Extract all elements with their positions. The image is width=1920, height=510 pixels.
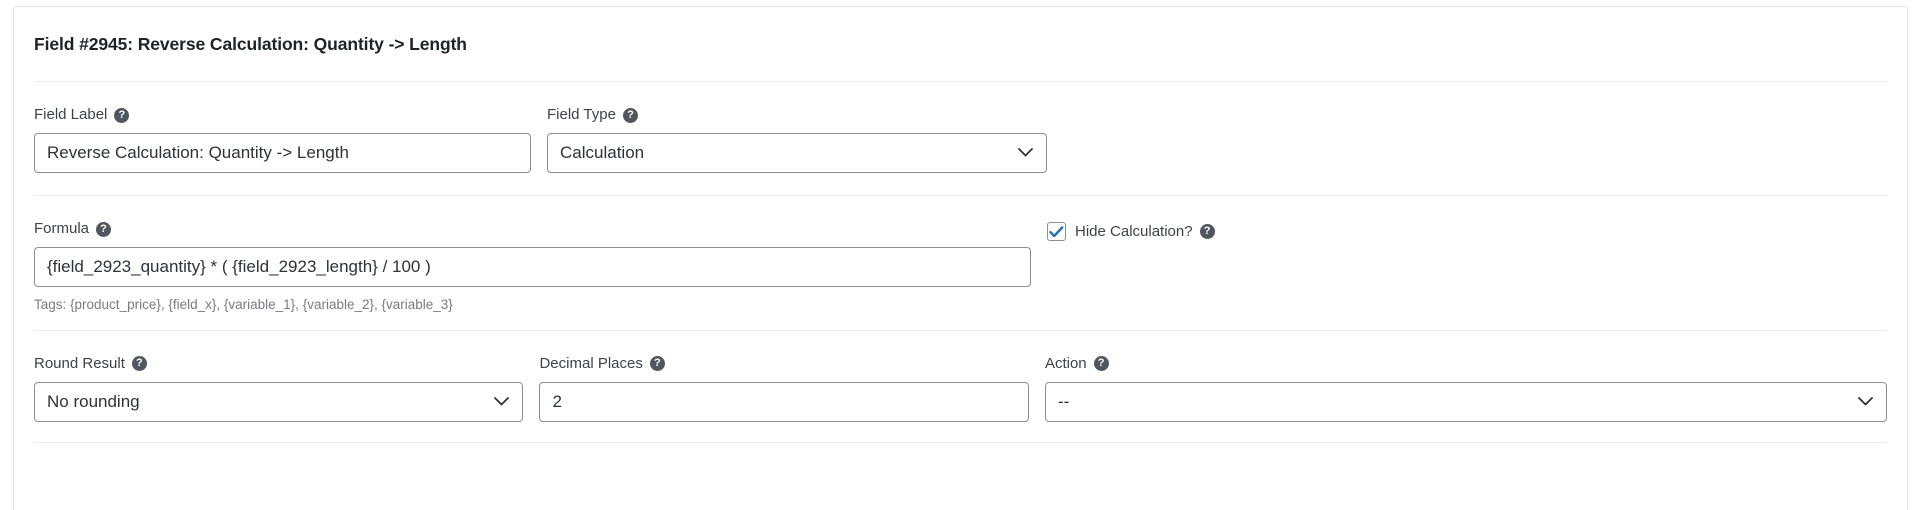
row-rounding: Round Result ? No rounding Decimal Place… [14,331,1907,442]
field-label-label-text: Field Label [34,106,108,123]
divider-after-rounding-row [34,441,1887,443]
hide-calculation-checkbox[interactable] [1047,222,1066,241]
decimal-places-input[interactable] [539,381,1029,422]
action-label: Action ? [1045,355,1887,373]
help-icon[interactable]: ? [622,107,638,123]
field-settings-panel: Field #2945: Reverse Calculation: Quanti… [13,6,1908,510]
field-type-label: Field Type ? [547,106,1047,124]
field-type-group: Field Type ? Calculation [547,106,1047,173]
formula-group: Formula ? Tags: {product_price}, {field_… [34,220,1047,314]
help-icon[interactable]: ? [114,107,130,123]
help-icon[interactable]: ? [649,356,665,372]
formula-tags-hint: Tags: {product_price}, {field_x}, {varia… [34,297,453,312]
checkmark-icon [1049,225,1064,237]
action-select-wrap: -- [1044,381,1887,422]
help-icon[interactable]: ? [1199,224,1215,239]
hide-calculation-group: Hide Calculation? ? [1047,220,1547,314]
round-result-group: Round Result ? No rounding [34,355,539,422]
field-type-select[interactable]: Calculation [547,133,1047,173]
field-type-label-text: Field Type [547,106,616,123]
page-title: Field #2945: Reverse Calculation: Quanti… [34,33,467,54]
action-label-text: Action [1044,354,1087,372]
page-root: Field #2945: Reverse Calculation: Quanti… [0,0,1920,510]
action-group: Action ? -- [1044,355,1887,422]
field-label-group: Field Label ? [34,106,547,173]
help-icon[interactable]: ? [1093,356,1109,372]
row-formula: Formula ? Tags: {product_price}, {field_… [14,196,1907,330]
help-icon[interactable]: ? [96,221,112,237]
round-result-label-text: Round Result [34,354,125,372]
row-label-and-type: Field Label ? Field Type ? Calculation [14,82,1907,195]
field-type-select-wrap: Calculation [547,133,1047,173]
round-result-select-wrap: No rounding [34,381,524,422]
field-label-input[interactable] [34,133,531,173]
decimal-places-group: Decimal Places ? [539,355,1044,422]
field-label-label: Field Label ? [34,106,531,124]
formula-input[interactable] [34,247,1031,287]
formula-label-text: Formula [34,220,90,237]
panel-header: Field #2945: Reverse Calculation: Quanti… [14,7,1907,81]
decimal-places-label: Decimal Places ? [539,355,1028,373]
hide-calculation-row[interactable]: Hide Calculation? ? [1047,222,1547,241]
decimal-places-label-text: Decimal Places [539,354,643,372]
help-icon[interactable]: ? [131,356,147,372]
round-result-select[interactable]: No rounding [34,381,524,422]
round-result-label: Round Result ? [34,355,523,373]
hide-calculation-label: Hide Calculation? [1075,223,1193,240]
formula-label: Formula ? [34,220,1031,238]
action-select[interactable]: -- [1044,381,1887,422]
